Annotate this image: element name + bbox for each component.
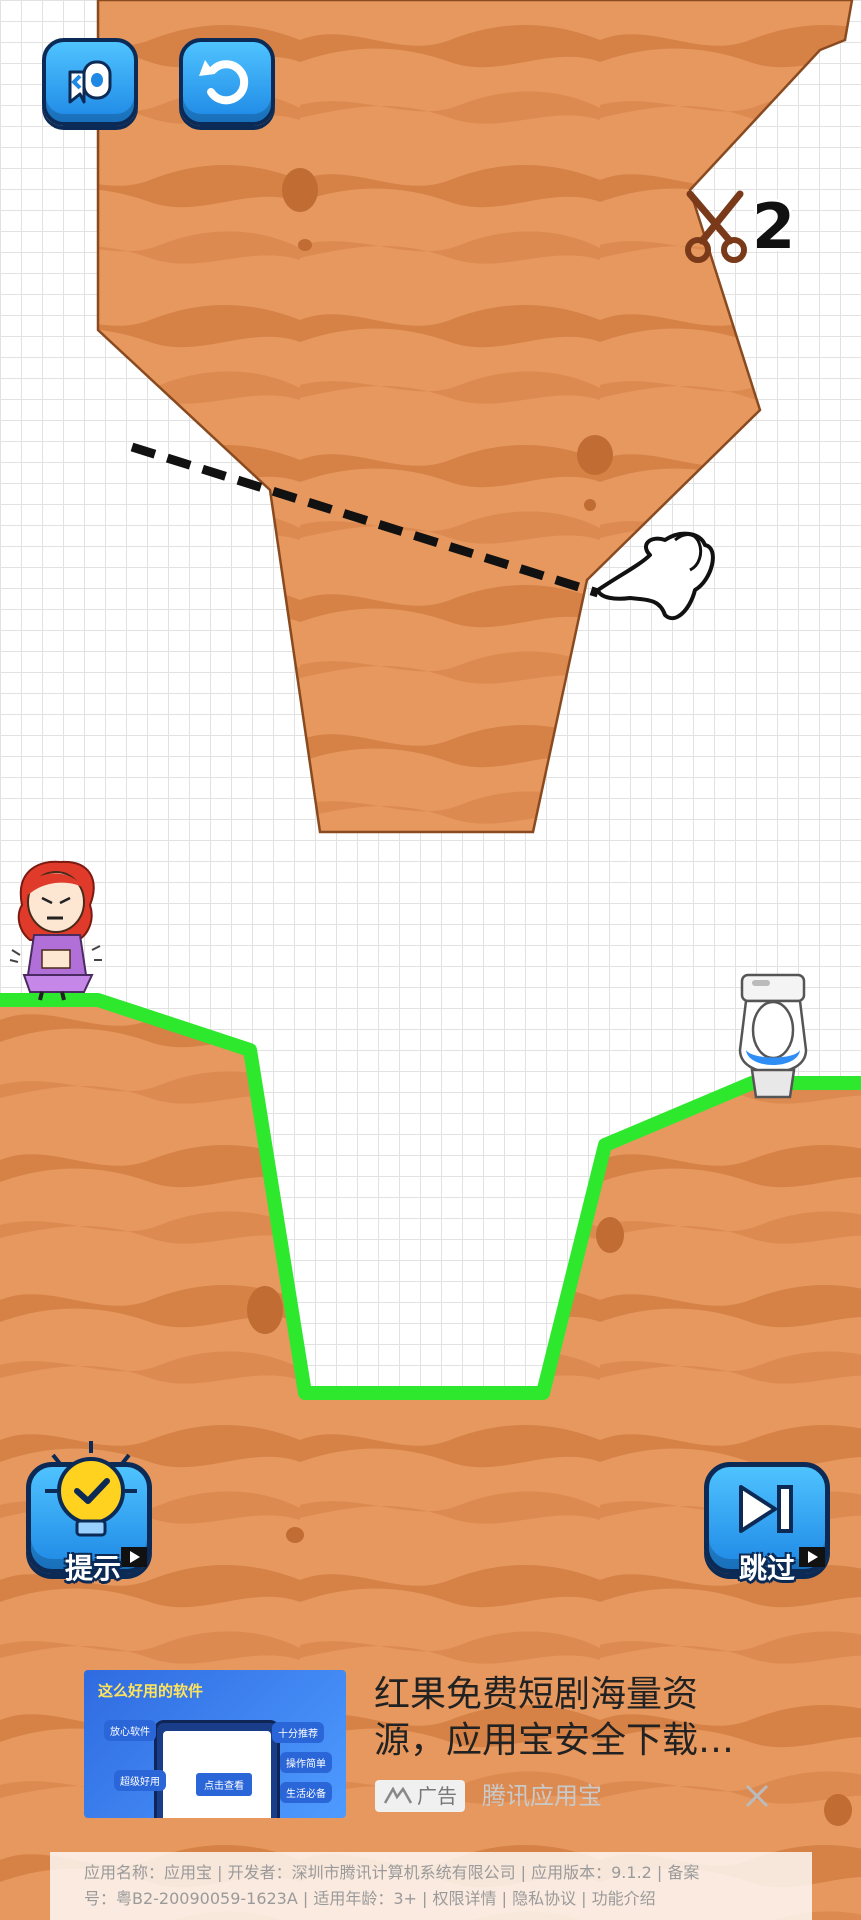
scissors-icon <box>685 190 747 263</box>
rock-speck <box>584 499 596 511</box>
ad-badge-label: 广告 <box>417 1784 457 1808</box>
ground-speck <box>247 1286 283 1334</box>
ad-title-line: 源，应用宝安全下载… <box>374 1720 735 1761</box>
rock-speck <box>577 435 613 475</box>
cut-count: 2 <box>752 190 796 263</box>
ad-chip: 操作简单 <box>280 1752 332 1773</box>
ad-badge: 广告 <box>375 1780 465 1812</box>
ad-chip: 生活必备 <box>280 1782 332 1803</box>
video-icon <box>799 1547 825 1567</box>
restart-button[interactable] <box>179 38 275 126</box>
paper-roll-back-icon <box>68 60 112 104</box>
skip-label: 跳过 <box>739 1552 796 1585</box>
hint-button[interactable]: 提示 <box>26 1441 152 1585</box>
ad-source: 腾讯应用宝 <box>482 1782 602 1810</box>
rock-speck <box>282 168 318 212</box>
ad-chip: 放心软件 <box>104 1720 156 1741</box>
ad-title-line: 红果免费短剧海量资 <box>374 1674 699 1715</box>
skip-level-button[interactable] <box>42 38 138 126</box>
rock-speck <box>298 239 312 251</box>
ground-speck <box>824 1794 852 1826</box>
ad-thumb-phone <box>154 1720 280 1818</box>
ad-logo-icon <box>383 1787 413 1804</box>
skip-icon <box>739 1485 793 1533</box>
ground-speck <box>286 1527 304 1543</box>
game-world <box>0 0 861 1920</box>
footer-line: 应用名称：应用宝 | 开发者：深圳市腾讯计算机系统有限公司 | 应用版本：9.1… <box>84 1863 700 1882</box>
restart-icon <box>199 60 249 105</box>
close-icon[interactable] <box>739 1778 775 1814</box>
girl-character <box>9 860 102 1001</box>
ad-card[interactable]: 这么好用的软件 放心软件 十分推荐 超级好用 操作简单 生活必备 点击查看 红果… <box>84 1670 774 1820</box>
ad-chip: 超级好用 <box>114 1770 166 1791</box>
ad-thumbnail[interactable]: 这么好用的软件 放心软件 十分推荐 超级好用 操作简单 生活必备 点击查看 <box>84 1670 346 1818</box>
ad-thumb-title: 这么好用的软件 <box>98 1682 204 1700</box>
footer-line: 号：粤B2-20090059-1623A | 适用年龄：3+ | 权限详情 | … <box>84 1889 656 1908</box>
video-icon <box>121 1547 147 1567</box>
hint-label: 提示 <box>65 1552 122 1585</box>
ad-title[interactable]: 红果免费短剧海量资 源，应用宝安全下载… <box>374 1672 774 1764</box>
ground-speck <box>596 1217 624 1253</box>
lightbulb-icon <box>45 1441 137 1537</box>
ad-thumb-cta: 点击查看 <box>196 1773 252 1796</box>
game-stage: 2 提示 跳过 这么好用的软件 放心软件 十分推荐 超级好用 操作简单 生活必备… <box>0 0 861 1920</box>
ad-chip: 十分推荐 <box>272 1722 324 1743</box>
app-info-footer: 应用名称：应用宝 | 开发者：深圳市腾讯计算机系统有限公司 | 应用版本：9.1… <box>50 1852 812 1920</box>
skip-button[interactable]: 跳过 <box>704 1462 830 1585</box>
